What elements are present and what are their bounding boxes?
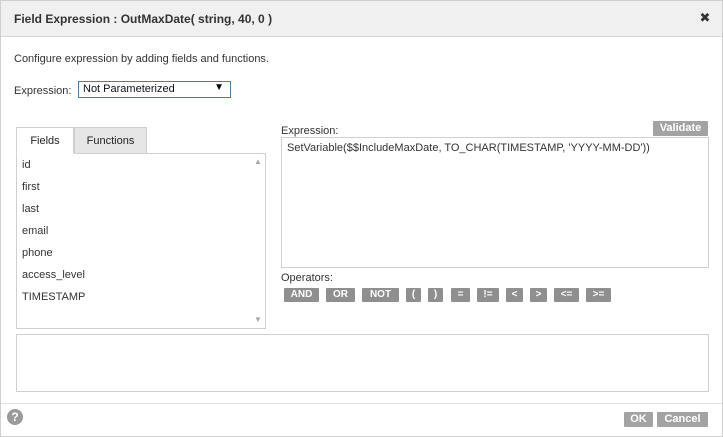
field-expression-dialog: Field Expression : OutMaxDate( string, 4…: [0, 0, 723, 437]
operator-not-equals-button[interactable]: !=: [477, 288, 499, 302]
expression-text: SetVariable($$IncludeMaxDate, TO_CHAR(TI…: [287, 142, 650, 154]
expression-editor[interactable]: SetVariable($$IncludeMaxDate, TO_CHAR(TI…: [281, 137, 709, 268]
operator-open-paren-button[interactable]: (: [406, 288, 421, 302]
operator-equals-button[interactable]: =: [451, 288, 470, 302]
operator-greater-equal-button[interactable]: >=: [586, 288, 611, 302]
fields-list: id first last email phone access_level T…: [16, 153, 266, 329]
dialog-titlebar: Field Expression : OutMaxDate( string, 4…: [1, 1, 722, 37]
scroll-up-icon[interactable]: ▲: [253, 157, 263, 167]
close-icon[interactable]: ✖: [698, 11, 712, 25]
operator-close-paren-button[interactable]: ): [428, 288, 443, 302]
operator-and-button[interactable]: AND: [284, 288, 319, 302]
footer-divider: [1, 403, 722, 404]
expression-select-value: Not Parameterized: [83, 83, 175, 95]
field-item-email[interactable]: email: [22, 225, 48, 237]
field-item-phone[interactable]: phone: [22, 247, 53, 259]
cancel-button[interactable]: Cancel: [657, 412, 708, 427]
operator-less-equal-button[interactable]: <=: [554, 288, 579, 302]
dialog-title: Field Expression : OutMaxDate( string, 4…: [14, 12, 273, 26]
help-icon[interactable]: ?: [7, 409, 23, 425]
dialog-description: Configure expression by adding fields an…: [14, 53, 269, 65]
expression-parameter-select[interactable]: Not Parameterized ▼: [78, 81, 231, 98]
operators-label: Operators:: [281, 272, 333, 284]
field-item-timestamp[interactable]: TIMESTAMP: [22, 291, 85, 303]
description-panel: [16, 334, 709, 392]
ok-button[interactable]: OK: [624, 412, 653, 427]
operator-or-button[interactable]: OR: [326, 288, 355, 302]
operator-less-than-button[interactable]: <: [506, 288, 523, 302]
validate-button[interactable]: Validate: [653, 121, 708, 136]
chevron-down-icon: ▼: [214, 82, 224, 93]
expression-editor-label: Expression:: [281, 125, 339, 137]
expression-select-label: Expression:: [14, 85, 72, 97]
operator-not-button[interactable]: NOT: [362, 288, 399, 302]
tab-fields[interactable]: Fields: [16, 127, 74, 154]
field-item-last[interactable]: last: [22, 203, 39, 215]
scroll-down-icon[interactable]: ▼: [253, 315, 263, 325]
operator-greater-than-button[interactable]: >: [530, 288, 547, 302]
field-item-first[interactable]: first: [22, 181, 40, 193]
tab-functions[interactable]: Functions: [74, 127, 147, 154]
fields-scrollbar[interactable]: ▲ ▼: [251, 154, 265, 328]
field-item-id[interactable]: id: [22, 159, 31, 171]
field-item-access-level[interactable]: access_level: [22, 269, 85, 281]
